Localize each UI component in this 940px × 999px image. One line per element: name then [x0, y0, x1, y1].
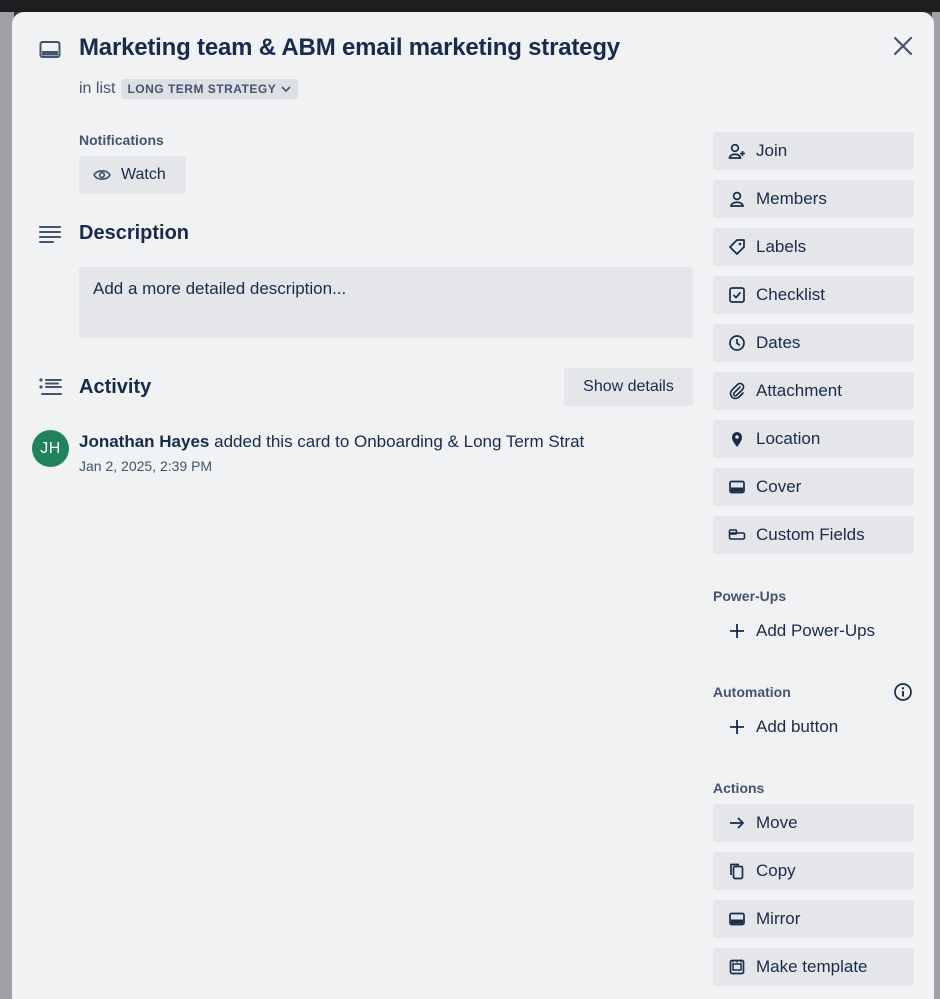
members-label: Members [756, 189, 827, 208]
activity-action: added this card to Onboarding & Long Ter… [214, 432, 585, 451]
cover-icon [728, 478, 746, 496]
labels-label: Labels [756, 237, 807, 256]
chevron-down-icon [281, 86, 291, 93]
actions-heading: Actions [713, 780, 765, 796]
notifications-label: Notifications [79, 132, 164, 148]
card-title[interactable]: Marketing team & ABM email marketing str… [79, 34, 620, 62]
add-button-label: Add button [756, 717, 839, 736]
plus-icon [728, 622, 746, 640]
dates-label: Dates [756, 333, 801, 352]
card-icon [39, 40, 61, 60]
join-icon [728, 142, 746, 160]
attachment-button[interactable]: Attachment [713, 372, 914, 410]
power-ups-heading: Power-Ups [713, 588, 787, 604]
card-detail-modal: Marketing team & ABM email marketing str… [12, 12, 934, 999]
activity-entry: Jonathan Hayes added this card to Onboar… [79, 432, 584, 452]
mirror-icon [728, 910, 746, 928]
custom-fields-button[interactable]: Custom Fields [713, 516, 914, 554]
info-icon[interactable] [893, 682, 913, 702]
template-icon [728, 958, 746, 976]
add-power-ups-label: Add Power-Ups [756, 621, 876, 640]
make-template-label: Make template [756, 957, 868, 976]
activity-user[interactable]: Jonathan Hayes [79, 432, 209, 451]
show-details-button[interactable]: Show details [564, 368, 693, 406]
mirror-button[interactable]: Mirror [713, 900, 914, 938]
custom-fields-label: Custom Fields [756, 525, 865, 544]
mirror-label: Mirror [756, 909, 801, 928]
watch-label: Watch [121, 166, 166, 183]
description-icon [38, 224, 62, 244]
copy-icon [728, 862, 746, 880]
add-power-ups-button[interactable]: Add Power-Ups [713, 612, 914, 650]
copy-button[interactable]: Copy [713, 852, 914, 890]
board-top-bar [0, 0, 940, 12]
close-icon [893, 36, 913, 56]
custom-fields-icon [728, 526, 746, 544]
label-icon [728, 238, 746, 256]
activity-heading: Activity [79, 376, 152, 398]
automation-heading: Automation [713, 684, 791, 700]
watch-button[interactable]: Watch [79, 156, 186, 194]
attachment-label: Attachment [756, 381, 842, 400]
paperclip-icon [728, 382, 746, 400]
add-button-button[interactable]: Add button [713, 708, 914, 746]
checklist-icon [728, 286, 746, 304]
dates-button[interactable]: Dates [713, 324, 914, 362]
copy-label: Copy [756, 861, 796, 880]
avatar[interactable]: JH [32, 430, 69, 467]
cover-label: Cover [756, 477, 802, 496]
join-button[interactable]: Join [713, 132, 914, 170]
location-button[interactable]: Location [713, 420, 914, 458]
checklist-label: Checklist [756, 285, 825, 304]
location-pin-icon [728, 430, 746, 448]
close-button[interactable] [887, 30, 919, 62]
eye-icon [93, 170, 111, 180]
activity-icon [38, 377, 62, 397]
person-icon [728, 190, 746, 208]
make-template-button[interactable]: Make template [713, 948, 914, 986]
members-button[interactable]: Members [713, 180, 914, 218]
labels-button[interactable]: Labels [713, 228, 914, 266]
plus-icon [728, 718, 746, 736]
in-list-prefix: in list [79, 80, 116, 97]
description-editor[interactable]: Add a more detailed description... [79, 267, 693, 338]
location-label: Location [756, 429, 821, 448]
arrow-right-icon [728, 814, 746, 832]
description-heading: Description [79, 222, 190, 244]
move-label: Move [756, 813, 798, 832]
list-name: LONG TERM STRATEGY [127, 82, 277, 96]
cover-button[interactable]: Cover [713, 468, 914, 506]
move-button[interactable]: Move [713, 804, 914, 842]
join-label: Join [756, 141, 788, 160]
clock-icon [728, 334, 746, 352]
activity-timestamp[interactable]: Jan 2, 2025, 2:39 PM [79, 458, 212, 474]
in-list-line: in list LONG TERM STRATEGY [79, 79, 299, 99]
checklist-button[interactable]: Checklist [713, 276, 914, 314]
list-selector[interactable]: LONG TERM STRATEGY [121, 79, 299, 99]
